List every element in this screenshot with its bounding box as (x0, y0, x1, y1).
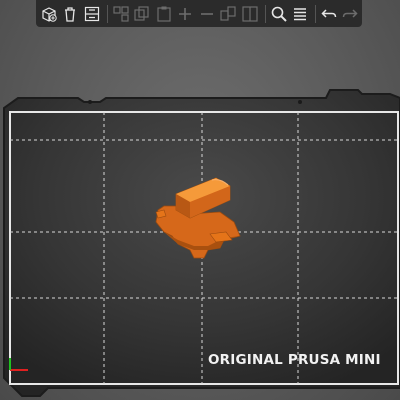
add-object-button[interactable] (39, 4, 59, 24)
undo-button[interactable] (319, 4, 339, 24)
layers-button[interactable] (290, 4, 310, 24)
3d-model-object[interactable] (150, 170, 250, 260)
redo-button[interactable] (340, 4, 360, 24)
copy-button[interactable] (132, 4, 152, 24)
paste-icon (157, 6, 171, 22)
toolbar-separator (106, 4, 108, 23)
plus-icon (179, 7, 192, 20)
trash-icon (65, 6, 76, 22)
split-parts-icon (242, 5, 258, 22)
remove-instance-button[interactable] (197, 4, 217, 24)
toolbar-separator (314, 4, 316, 23)
search-icon (271, 6, 287, 22)
paste-button[interactable] (154, 4, 174, 24)
toolbar-separator (264, 4, 266, 23)
split-objects-button[interactable] (219, 4, 239, 24)
split-objects-icon (220, 5, 236, 21)
search-button[interactable] (269, 4, 289, 24)
undo-icon (321, 8, 336, 18)
delete-all-icon (84, 6, 100, 21)
add-cube-icon (42, 6, 57, 22)
delete-button[interactable] (61, 4, 81, 24)
add-instance-button[interactable] (175, 4, 195, 24)
arrange-button[interactable] (111, 4, 131, 24)
arrange-icon (112, 5, 129, 22)
minus-icon (200, 12, 213, 15)
bed-model-label: ORIGINAL PRUSA MINI (208, 352, 381, 368)
delete-all-button[interactable] (82, 4, 102, 24)
layers-icon (294, 7, 307, 20)
top-toolbar (36, 0, 362, 27)
redo-icon (343, 8, 358, 18)
split-parts-button[interactable] (240, 4, 260, 24)
copy-icon (134, 5, 149, 21)
